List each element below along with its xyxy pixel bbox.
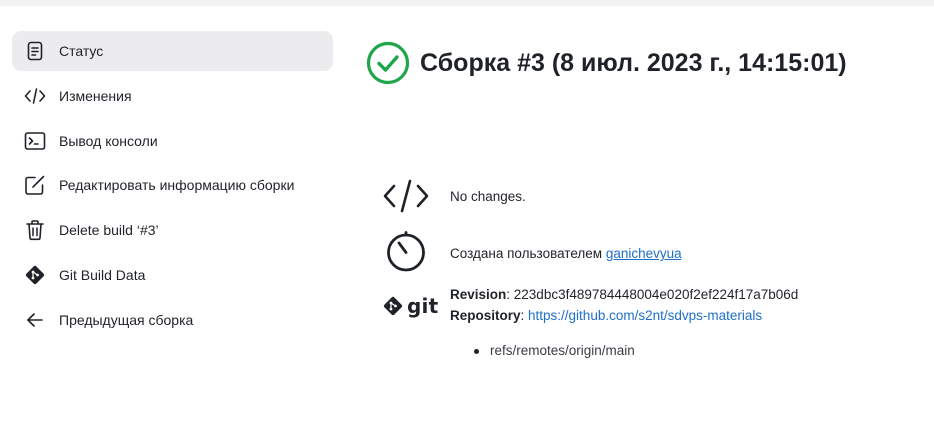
revision-label: Revision	[450, 287, 507, 302]
sidebar-item-label: Редактировать информацию сборки	[59, 177, 295, 194]
changes-text: No changes.	[450, 189, 526, 204]
build-header: Сборка #3 (8 июл. 2023 г., 14:15:01)	[366, 40, 847, 86]
sidebar-item-changes[interactable]: Изменения	[12, 76, 333, 116]
sidebar-item-console-output[interactable]: Вывод консоли	[12, 121, 333, 161]
sidebar-item-delete-build[interactable]: Delete build ‘#3’	[12, 210, 333, 250]
sidebar-item-status[interactable]: Статус	[12, 31, 333, 71]
sidebar-item-git-build-data[interactable]: Git Build Data	[12, 255, 333, 295]
code-icon	[382, 176, 430, 216]
sidebar-item-label: Статус	[59, 43, 104, 59]
git-diamond-icon	[383, 296, 403, 316]
started-by-prefix: Создана пользователем	[450, 246, 606, 261]
sidebar-item-label: Git Build Data	[59, 266, 146, 283]
terminal-icon	[24, 130, 46, 152]
revision-line: Revision: 223dbc3f489784448004e020f2ef22…	[450, 287, 798, 302]
repository-label: Repository	[450, 308, 521, 323]
sidebar-item-label: Изменения	[59, 87, 132, 104]
arrow-left-icon	[24, 309, 46, 331]
timer-icon	[384, 230, 428, 274]
branch-list: refs/remotes/origin/main	[472, 343, 635, 358]
page-title: Сборка #3 (8 июл. 2023 г., 14:15:01)	[420, 48, 847, 77]
revision-value: : 223dbc3f489784448004e020f2ef224f17a7b0…	[506, 287, 799, 302]
sidebar-item-previous-build[interactable]: Предыдущая сборка	[12, 300, 333, 340]
sidebar: Статус Изменения Вывод консоли Редактиро…	[12, 31, 333, 345]
top-bar	[0, 0, 934, 6]
git-logo-text: git	[407, 294, 439, 318]
repository-separator: :	[520, 308, 529, 323]
trash-icon	[24, 219, 46, 241]
git-icon	[24, 264, 46, 286]
started-by: Создана пользователем ganichevyua	[450, 246, 682, 261]
success-check-icon	[366, 41, 410, 85]
user-link[interactable]: ganichevyua	[606, 246, 682, 261]
sidebar-item-label: Вывод консоли	[59, 132, 158, 149]
edit-icon	[24, 174, 46, 196]
code-icon	[24, 85, 46, 107]
branch-item: refs/remotes/origin/main	[472, 343, 635, 358]
document-icon	[24, 40, 46, 62]
sidebar-item-label: Delete build ‘#3’	[59, 222, 159, 239]
repository-link[interactable]: https://github.com/s2nt/sdvps-materials	[528, 308, 762, 323]
git-logo: git	[382, 294, 438, 318]
repository-line: Repository: https://github.com/s2nt/sdvp…	[450, 308, 762, 323]
sidebar-item-edit-build-info[interactable]: Редактировать информацию сборки	[12, 165, 333, 205]
sidebar-item-label: Предыдущая сборка	[59, 311, 194, 328]
